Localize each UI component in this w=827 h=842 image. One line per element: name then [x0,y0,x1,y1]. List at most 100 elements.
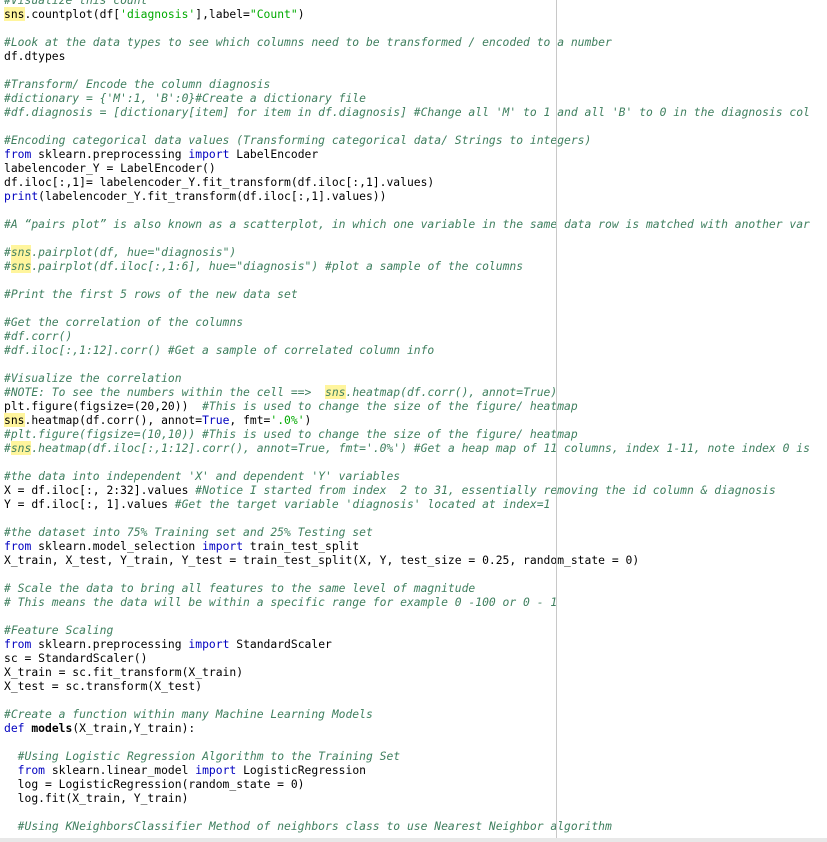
code-token: train_test_split [243,539,360,553]
code-token: import [188,147,230,161]
code-line[interactable]: sc = StandardScaler() [4,651,810,665]
code-line[interactable] [4,21,810,35]
code-text-area[interactable]: #Visualize this count sns.countplot(df['d… [0,0,810,833]
code-line[interactable]: sns.countplot(df['diagnosis'],label="Cou… [4,7,810,21]
code-line[interactable]: from sklearn.preprocessing import LabelE… [4,147,810,161]
code-line[interactable]: # This means the data will be within a s… [4,595,810,609]
code-line[interactable]: #Encoding categorical data values (Trans… [4,133,810,147]
code-line[interactable]: def models(X_train,Y_train): [4,721,810,735]
code-token: df.dtypes [4,49,66,63]
code-line[interactable] [4,357,810,371]
code-token: #A “pairs plot” is also known as a scatt… [4,217,810,231]
code-line[interactable] [4,63,810,77]
code-line[interactable] [4,301,810,315]
code-line[interactable] [4,693,810,707]
code-token: # [4,259,11,273]
code-line[interactable] [4,273,810,287]
code-line[interactable]: #dictionary = {'M':1, 'B':0}#Create a di… [4,91,810,105]
code-line[interactable]: #NOTE: To see the numbers within the cel… [4,385,810,399]
code-line[interactable]: #sns.pairplot(df.iloc[:,1:6], hue="diagn… [4,259,810,273]
code-line[interactable]: from sklearn.model_selection import trai… [4,539,810,553]
code-line[interactable]: #Create a function within many Machine L… [4,707,810,721]
code-token: sns [10,245,32,259]
code-line[interactable]: plt.figure(figsize=(20,20)) #This is use… [4,399,810,413]
code-line[interactable]: #the data into independent 'X' and depen… [4,469,810,483]
code-token: log = LogisticRegression(random_state = … [4,777,305,791]
code-line[interactable]: #Print the first 5 rows of the new data … [4,287,810,301]
code-line[interactable]: sns.heatmap(df.corr(), annot=True, fmt='… [4,413,810,427]
code-line[interactable]: #df.diagnosis = [dictionary[item] for it… [4,105,810,119]
code-line[interactable]: df.dtypes [4,49,810,63]
code-line[interactable]: #Visualize this count [4,0,810,7]
code-line[interactable]: #plt.figure(figsize=(10,10)) #This is us… [4,427,810,441]
code-line[interactable] [4,511,810,525]
code-line[interactable] [4,455,810,469]
code-token: #the dataset into 75% Training set and 2… [4,525,373,539]
code-line[interactable]: log = LogisticRegression(random_state = … [4,777,810,791]
code-token: StandardScaler [229,637,332,651]
code-token: LogisticRegression [236,763,366,777]
code-line[interactable] [4,231,810,245]
code-token: X_test = sc.transform(X_test) [4,679,203,693]
code-token: #Feature Scaling [4,623,114,637]
code-line[interactable]: #df.iloc[:,1:12].corr() #Get a sample of… [4,343,810,357]
code-line[interactable] [4,119,810,133]
code-line[interactable]: labelencoder_Y = LabelEncoder() [4,161,810,175]
code-line[interactable]: #A “pairs plot” is also known as a scatt… [4,217,810,231]
code-line[interactable]: #the dataset into 75% Training set and 2… [4,525,810,539]
code-line[interactable] [4,203,810,217]
code-line[interactable]: #sns.heatmap(df.iloc[:,1:12].corr(), ann… [4,441,810,455]
code-line[interactable]: #Using KNeighborsClassifier Method of ne… [4,819,810,833]
code-line[interactable] [4,805,810,819]
code-line[interactable] [4,735,810,749]
code-token: from [4,637,32,651]
code-token: #dictionary = {'M':1, 'B':0}#Create a di… [4,91,366,105]
code-line[interactable]: log.fit(X_train, Y_train) [4,791,810,805]
code-line[interactable]: #Get the correlation of the columns [4,315,810,329]
horizontal-scrollbar[interactable] [0,838,827,842]
code-token: log.fit(X_train, Y_train) [4,791,189,805]
code-line[interactable]: #Transform/ Encode the column diagnosis [4,77,810,91]
code-token: #Visualize this count [4,0,148,7]
code-line[interactable]: #Visualize the correlation [4,371,810,385]
code-line[interactable]: print(labelencoder_Y.fit_transform(df.il… [4,189,810,203]
code-token: sns [4,413,25,427]
code-token: import [195,763,237,777]
code-line[interactable]: #sns.pairplot(df, hue="diagnosis") [4,245,810,259]
code-token: .heatmap(df.corr(), annot=True) [345,385,558,399]
code-line[interactable]: #Using Logistic Regression Algorithm to … [4,749,810,763]
code-line[interactable]: X = df.iloc[:, 2:32].values #Notice I st… [4,483,810,497]
code-line[interactable]: X_train, X_test, Y_train, Y_test = train… [4,553,810,567]
code-line[interactable]: #Feature Scaling [4,623,810,637]
code-token: #df.iloc[:,1:12].corr() #Get a sample of… [4,343,435,357]
code-line[interactable]: from sklearn.linear_model import Logisti… [4,763,810,777]
code-token: .heatmap(df.iloc[:,1:12].corr(), annot=T… [31,441,810,455]
code-token: .pairplot(df.iloc[:,1:6], hue="diagnosis… [31,259,524,273]
code-token: Y = df.iloc[:, 1].values [4,497,175,511]
code-line[interactable]: from sklearn.preprocessing import Standa… [4,637,810,651]
code-line[interactable]: #Look at the data types to see which col… [4,35,810,49]
code-token: X = df.iloc[:, 2:32].values [4,483,196,497]
code-token: plt.figure(figsize=(20,20)) [4,399,203,413]
code-token: models [31,721,73,735]
code-line[interactable]: #df.corr() [4,329,810,343]
code-line[interactable]: df.iloc[:,1]= labelencoder_Y.fit_transfo… [4,175,810,189]
code-line[interactable]: X_train = sc.fit_transform(X_train) [4,665,810,679]
code-token: , fmt= [229,413,271,427]
code-token: "Count" [249,7,298,21]
code-editor[interactable]: #Visualize this count sns.countplot(df['d… [0,0,827,838]
code-token: #the data into independent 'X' and depen… [4,469,401,483]
code-line[interactable] [4,567,810,581]
code-token: #NOTE: To see the numbers within the cel… [4,385,325,399]
code-token: sns [10,259,32,273]
code-token: import [202,539,244,553]
code-token: '.0%' [270,413,305,427]
code-token: from [4,147,32,161]
code-token: # [4,441,11,455]
code-token: #Look at the data types to see which col… [4,35,612,49]
code-line[interactable]: X_test = sc.transform(X_test) [4,679,810,693]
code-line[interactable]: # Scale the data to bring all features t… [4,581,810,595]
code-line[interactable] [4,609,810,623]
code-token: #df.diagnosis = [dictionary[item] for it… [4,105,810,119]
code-line[interactable]: Y = df.iloc[:, 1].values #Get the target… [4,497,810,511]
